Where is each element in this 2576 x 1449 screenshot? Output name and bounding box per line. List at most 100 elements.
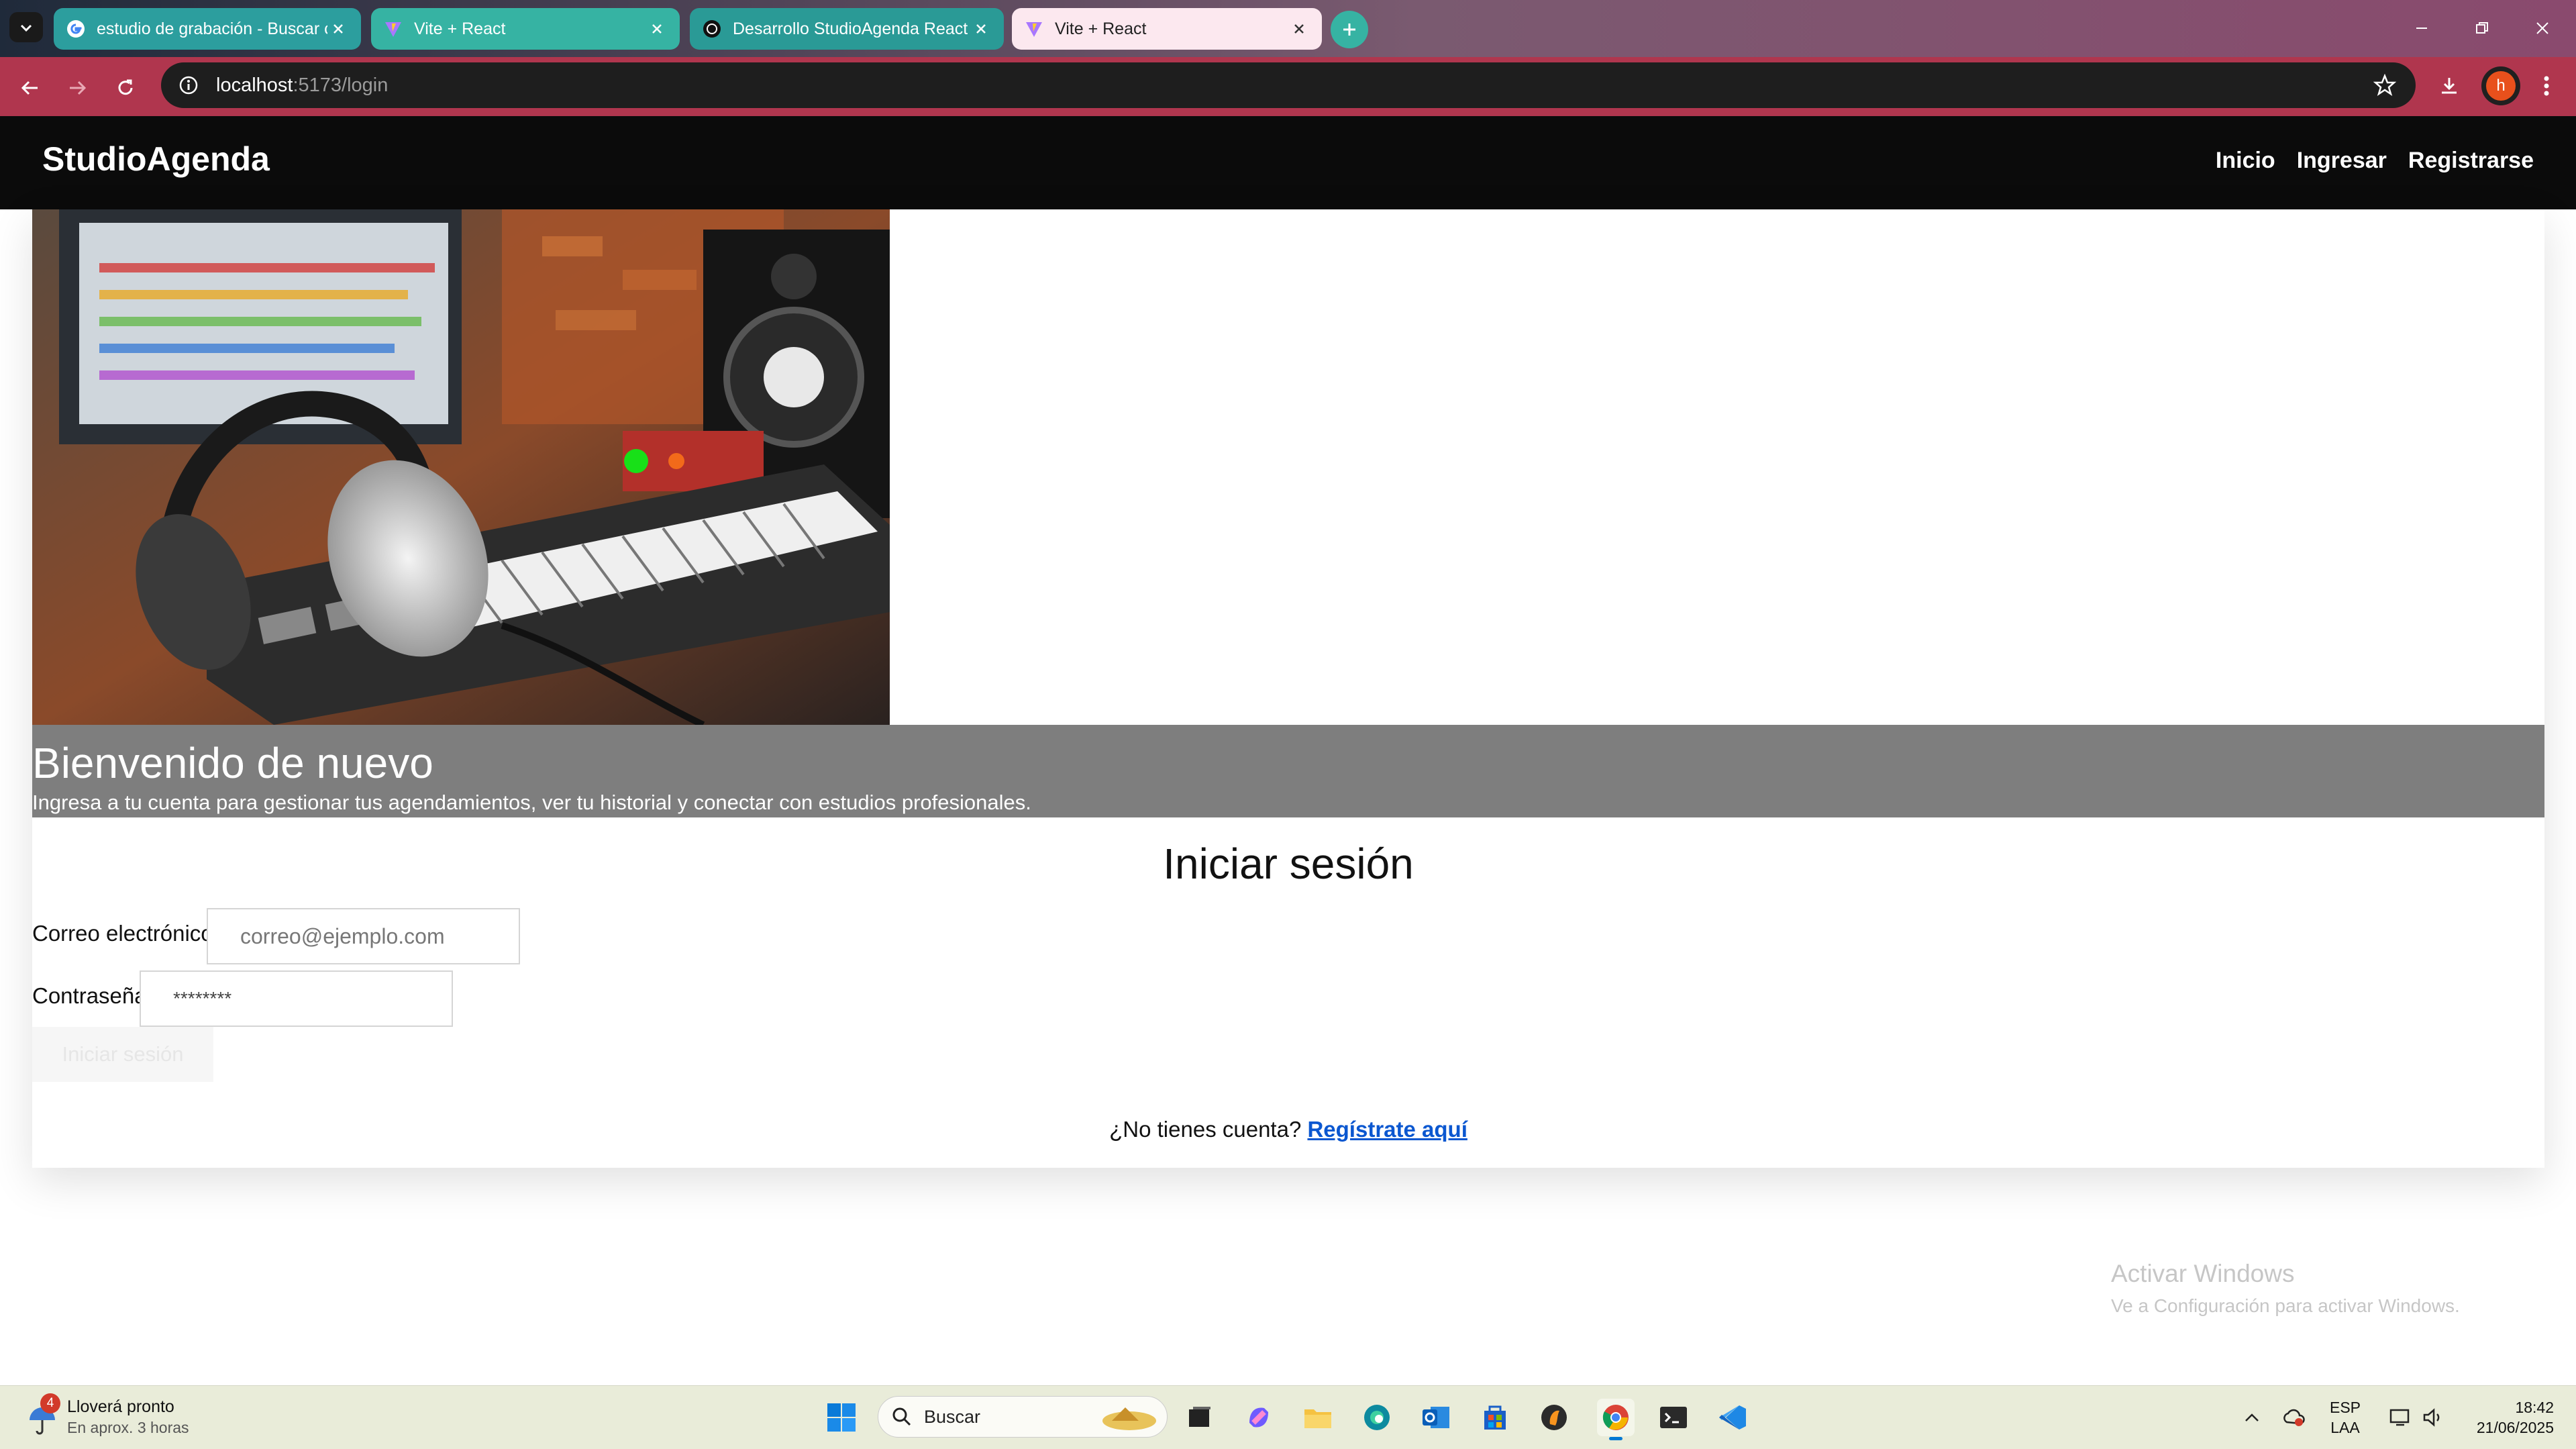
reload-icon — [118, 79, 133, 95]
browser-tab[interactable]: estudio de grabación - Buscar c — [54, 8, 361, 50]
close-icon[interactable] — [970, 18, 992, 40]
downloads-button[interactable] — [2432, 69, 2466, 103]
close-icon[interactable] — [327, 18, 349, 40]
vite-icon — [383, 19, 403, 39]
fl-studio-button[interactable] — [1535, 1399, 1573, 1436]
browser-tab[interactable]: Desarrollo StudioAgenda React — [690, 8, 1004, 50]
welcome-subtitle: Ingresa a tu cuenta para gestionar tus a… — [32, 791, 1031, 814]
speaker-icon — [2423, 1408, 2440, 1427]
vscode-icon — [1719, 1405, 1746, 1430]
url-path: :5173/login — [293, 74, 389, 96]
language-indicator[interactable]: ESP LAA — [2330, 1397, 2361, 1438]
chrome-button[interactable] — [1597, 1399, 1635, 1440]
clock[interactable]: 18:42 21/06/2025 — [2467, 1397, 2554, 1438]
chevron-down-icon — [20, 24, 32, 32]
minimize-icon — [2416, 28, 2427, 29]
edge-icon — [1364, 1405, 1390, 1430]
download-icon — [2442, 78, 2457, 94]
terminal-button[interactable] — [1655, 1399, 1692, 1436]
activate-windows-subtitle: Ve a Configuración para activar Windows. — [2111, 1295, 2460, 1316]
close-icon[interactable] — [646, 18, 668, 40]
site-info-icon[interactable] — [178, 75, 199, 95]
new-tab-button[interactable] — [1331, 11, 1368, 48]
close-window-button[interactable] — [2519, 9, 2566, 47]
tab-search-button[interactable] — [9, 12, 43, 42]
search-highlight-icon — [1102, 1407, 1156, 1430]
restore-button[interactable] — [2459, 9, 2506, 47]
register-link[interactable]: Regístrate aquí — [1307, 1117, 1467, 1142]
forward-button[interactable] — [60, 71, 94, 105]
close-icon[interactable] — [1288, 18, 1310, 40]
store-icon — [1484, 1405, 1506, 1430]
profile-avatar[interactable]: h — [2481, 66, 2520, 105]
task-view-button[interactable] — [1181, 1399, 1219, 1436]
login-submit-button[interactable]: Iniciar sesión — [32, 1027, 213, 1082]
chatgpt-icon — [702, 19, 722, 39]
email-field[interactable]: correo@ejemplo.com — [207, 908, 520, 964]
tab-title: Vite + React — [1055, 19, 1147, 38]
studio-hero-image — [32, 209, 890, 725]
copilot-icon — [1249, 1407, 1268, 1428]
weather-badge: 4 — [40, 1393, 60, 1413]
restore-icon — [2476, 22, 2488, 34]
bookmark-button[interactable] — [2369, 69, 2401, 101]
more-vert-icon — [2544, 76, 2549, 96]
edge-button[interactable] — [1358, 1399, 1396, 1436]
tab-title: Vite + React — [414, 19, 506, 38]
chevron-up-icon — [2245, 1413, 2259, 1421]
weather-title: Lloverá pronto — [67, 1397, 174, 1416]
browser-tab-active[interactable]: Vite + React — [1012, 8, 1322, 50]
network-icon — [2389, 1409, 2410, 1426]
fl-studio-icon — [1541, 1405, 1567, 1430]
file-explorer-button[interactable] — [1299, 1399, 1337, 1436]
chrome-icon — [1602, 1405, 1629, 1430]
back-button[interactable] — [13, 71, 47, 105]
login-heading: Iniciar sesión — [1163, 840, 1414, 888]
task-view-icon — [1189, 1407, 1210, 1427]
start-button[interactable] — [823, 1399, 860, 1436]
terminal-icon — [1660, 1407, 1687, 1428]
keyboard-layout: LAA — [2330, 1419, 2360, 1436]
copilot-button[interactable] — [1240, 1399, 1278, 1436]
store-button[interactable] — [1476, 1399, 1514, 1436]
nav-link-registrarse[interactable]: Registrarse — [2408, 148, 2534, 174]
browser-tab[interactable]: Vite + React — [371, 8, 680, 50]
taskbar-search[interactable]: Buscar — [878, 1396, 1168, 1438]
app-navbar — [0, 116, 2576, 209]
network-button[interactable] — [2386, 1399, 2416, 1436]
google-icon — [66, 19, 86, 39]
weather-widget[interactable]: 4 Lloverá pronto En aprox. 3 horas — [27, 1393, 228, 1442]
clock-time: 18:42 — [2515, 1399, 2554, 1416]
windows-taskbar — [0, 1385, 2576, 1449]
nav-links: Inicio Ingresar Registrarse — [2216, 148, 2534, 174]
password-field[interactable]: ******** — [140, 970, 453, 1027]
clock-date: 21/06/2025 — [2476, 1419, 2554, 1436]
plus-icon — [1343, 23, 1355, 36]
outlook-icon — [1423, 1407, 1449, 1428]
browser-menu-button[interactable] — [2530, 69, 2563, 103]
activate-windows-title: Activar Windows — [2111, 1260, 2295, 1287]
register-prompt: ¿No tienes cuenta? Regístrate aquí — [32, 1117, 2544, 1142]
nav-link-ingresar[interactable]: Ingresar — [2297, 148, 2387, 174]
onedrive-status-button[interactable] — [2280, 1399, 2307, 1436]
volume-button[interactable] — [2418, 1399, 2448, 1436]
windows-icon — [827, 1403, 856, 1432]
search-placeholder: Buscar — [924, 1406, 981, 1427]
reload-button[interactable] — [109, 71, 142, 105]
tab-title: estudio de grabación - Buscar c — [97, 19, 327, 38]
outlook-button[interactable] — [1417, 1399, 1455, 1436]
profile-initial: h — [2486, 71, 2516, 101]
login-card: Bienvenido de nuevo Ingresa a tu cuenta … — [32, 209, 2544, 1168]
vscode-button[interactable] — [1714, 1399, 1751, 1436]
nav-link-inicio[interactable]: Inicio — [2216, 148, 2275, 174]
cloud-off-icon — [2283, 1409, 2305, 1426]
address-bar[interactable]: localhost:5173/login — [161, 62, 2416, 108]
tab-title: Desarrollo StudioAgenda React — [733, 19, 968, 38]
url-text: localhost:5173/login — [216, 74, 388, 97]
folder-icon — [1304, 1409, 1331, 1428]
welcome-title: Bienvenido de nuevo — [32, 739, 433, 787]
minimize-button[interactable] — [2398, 9, 2445, 47]
brand-logo[interactable]: StudioAgenda — [42, 140, 270, 179]
show-hidden-icons-button[interactable] — [2238, 1399, 2265, 1436]
close-icon — [2536, 22, 2548, 34]
